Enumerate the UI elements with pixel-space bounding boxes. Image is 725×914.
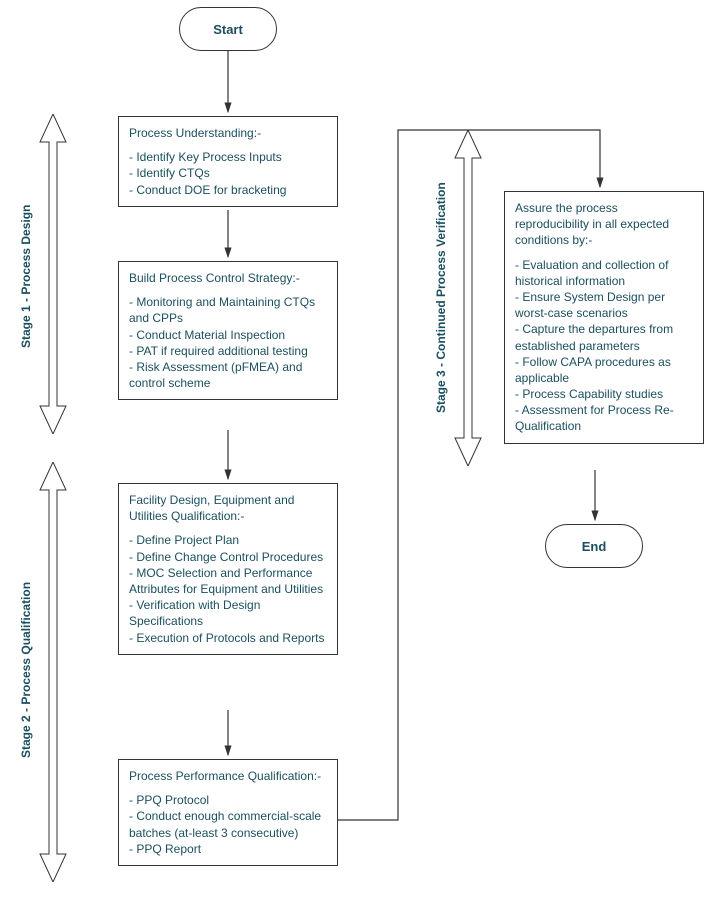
stage3-label: Stage 3 - Continued Process Verification <box>434 148 448 448</box>
list-item: PAT if required additional testing <box>129 343 327 359</box>
box2-title: Build Process Control Strategy:- <box>129 270 327 286</box>
list-item: Identify Key Process Inputs <box>129 149 327 165</box>
list-item: Ensure System Design per worst-case scen… <box>515 289 693 321</box>
start-node: Start <box>179 7 277 51</box>
box3-list: Define Project Plan Define Change Contro… <box>129 532 327 645</box>
box1-title: Process Understanding:- <box>129 125 327 141</box>
box-process-control: Build Process Control Strategy:- Monitor… <box>118 261 338 400</box>
list-item: Follow CAPA procedures as applicable <box>515 354 693 386</box>
list-item: Monitoring and Maintaining CTQs and CPPs <box>129 294 327 326</box>
stage2-label: Stage 2 - Process Qualification <box>19 555 33 785</box>
stage1-label: Stage 1 - Process Design <box>19 176 33 376</box>
list-item: Conduct Material Inspection <box>129 327 327 343</box>
list-item: Execution of Protocols and Reports <box>129 630 327 646</box>
box4-list: PPQ Protocol Conduct enough commercial-s… <box>129 792 327 857</box>
list-item: Define Project Plan <box>129 532 327 548</box>
box-reproducibility: Assure the process reproducibility in al… <box>504 191 704 444</box>
list-item: Assessment for Process Re-Qualification <box>515 402 693 434</box>
start-label: Start <box>213 22 243 37</box>
box1-list: Identify Key Process Inputs Identify CTQ… <box>129 149 327 198</box>
list-item: MOC Selection and Performance Attributes… <box>129 565 327 597</box>
end-node: End <box>545 524 643 568</box>
list-item: Capture the departures from established … <box>515 321 693 353</box>
list-item: Risk Assessment (pFMEA) and control sche… <box>129 359 327 391</box>
flow-arrows <box>0 0 725 914</box>
box4-title: Process Performance Qualification:- <box>129 768 327 784</box>
list-item: PPQ Report <box>129 841 327 857</box>
list-item: Process Capability studies <box>515 386 693 402</box>
box3-title: Facility Design, Equipment and Utilities… <box>129 492 327 524</box>
box5-title: Assure the process reproducibility in al… <box>515 200 693 249</box>
list-item: PPQ Protocol <box>129 792 327 808</box>
list-item: Evaluation and collection of historical … <box>515 257 693 289</box>
stage1-arrow-icon <box>38 114 68 434</box>
stage3-arrow-icon <box>453 130 483 466</box>
stage2-arrow-icon <box>38 462 68 882</box>
list-item: Verification with Design Specifications <box>129 597 327 629</box>
box5-list: Evaluation and collection of historical … <box>515 257 693 435</box>
box-facility-design: Facility Design, Equipment and Utilities… <box>118 483 338 655</box>
box2-list: Monitoring and Maintaining CTQs and CPPs… <box>129 294 327 391</box>
list-item: Define Change Control Procedures <box>129 549 327 565</box>
box-ppq: Process Performance Qualification:- PPQ … <box>118 759 338 866</box>
list-item: Conduct enough commercial-scale batches … <box>129 808 327 840</box>
end-label: End <box>582 539 607 554</box>
list-item: Identify CTQs <box>129 165 327 181</box>
box-process-understanding: Process Understanding:- Identify Key Pro… <box>118 116 338 207</box>
list-item: Conduct DOE for bracketing <box>129 182 327 198</box>
